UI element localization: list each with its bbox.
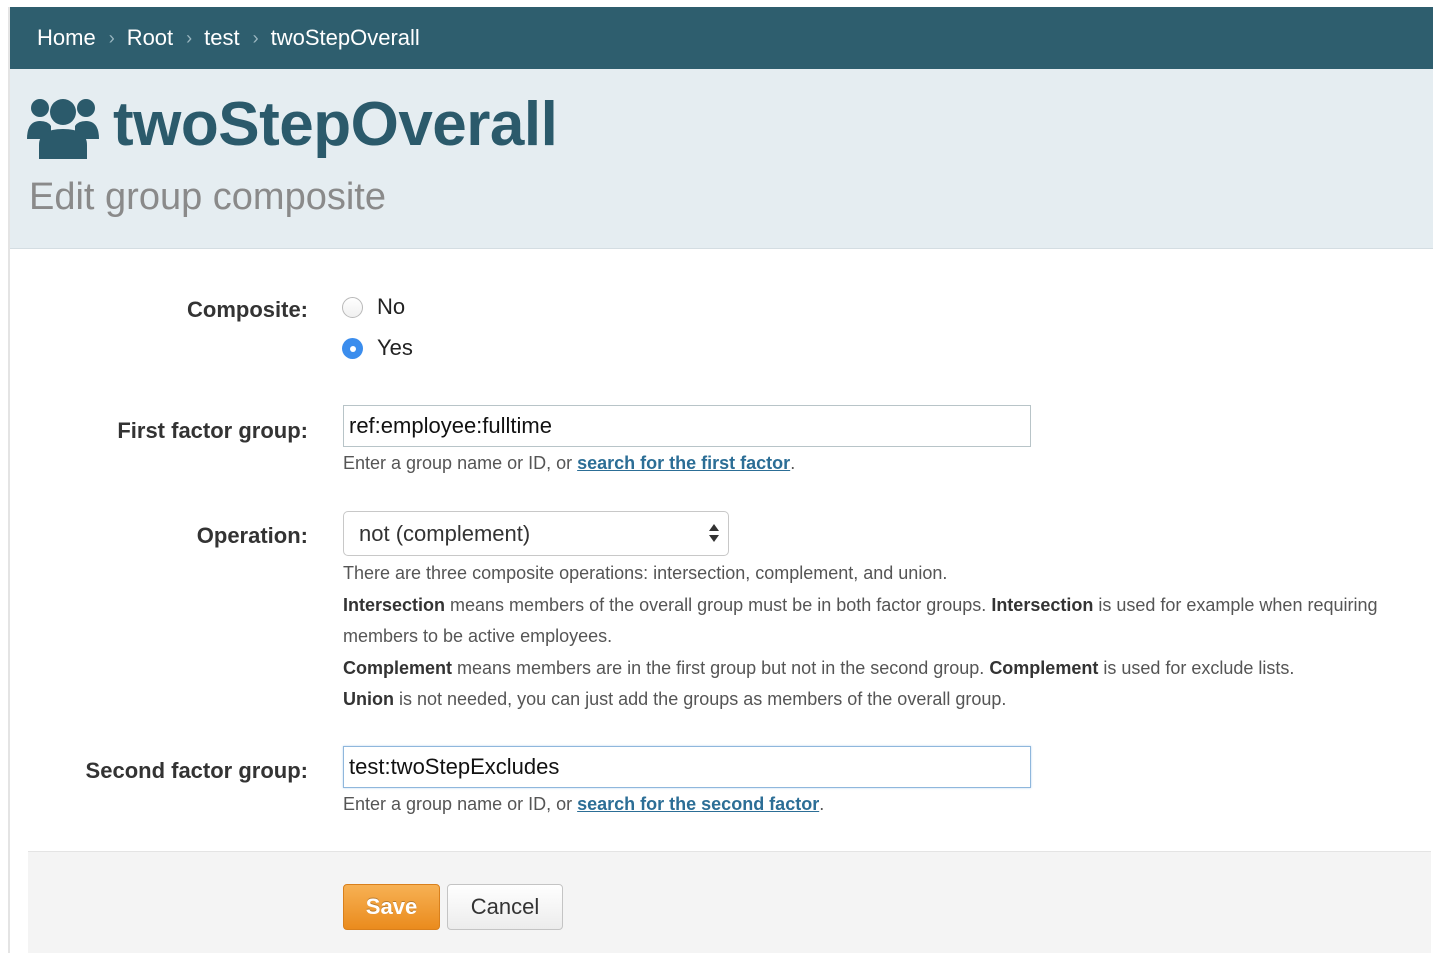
page-title: twoStepOverall — [113, 90, 558, 159]
operation-description: There are three composite operations: in… — [343, 558, 1413, 716]
second-factor-help-text: Enter a group name or ID, or — [343, 794, 578, 814]
operation-selected-value: not (complement) — [359, 520, 531, 546]
complement-term: Complement — [343, 657, 453, 678]
union-term: Union — [343, 689, 394, 709]
intersection-term: Intersection — [991, 594, 1094, 615]
breadcrumb-home[interactable]: Home — [37, 25, 96, 51]
select-arrows-icon — [709, 524, 719, 542]
operation-description-intro: There are three composite operations: in… — [343, 563, 948, 583]
breadcrumb-separator: › — [108, 27, 115, 48]
first-factor-help-period: . — [790, 453, 796, 473]
second-factor-label: Second factor group: — [85, 758, 308, 783]
second-factor-help: Enter a group name or ID, or search for … — [343, 794, 824, 815]
form-actions: Save Cancel — [28, 851, 1431, 953]
radio-no[interactable] — [342, 296, 363, 318]
users-icon — [27, 99, 99, 159]
operation-description-complement: Complement means members are in the firs… — [343, 653, 1413, 685]
breadcrumb-separator: › — [252, 27, 259, 48]
operation-description-intersection: Intersection means members of the overal… — [343, 590, 1413, 653]
composite-label: Composite: — [187, 297, 308, 322]
composite-option-yes[interactable]: Yes — [342, 335, 413, 361]
search-second-factor-link[interactable]: search for the second factor — [577, 794, 819, 814]
complement-text: is used for exclude lists. — [1098, 657, 1295, 678]
app-frame: Home › Root › test › twoStepOverall twoS… — [8, 7, 1433, 953]
radio-yes-label: Yes — [377, 335, 413, 360]
page-header: twoStepOverall Edit group composite — [10, 69, 1433, 249]
intersection-text: means members of the overall group must … — [445, 594, 992, 615]
union-text: is not needed, you can just add the grou… — [394, 689, 1007, 709]
intersection-term: Intersection — [343, 594, 446, 615]
first-factor-help: Enter a group name or ID, or search for … — [343, 453, 795, 474]
page-subtitle: Edit group composite — [29, 176, 386, 218]
operation-description-union: Union is not needed, you can just add th… — [343, 684, 1413, 716]
second-factor-input[interactable] — [343, 746, 1031, 788]
search-first-factor-link[interactable]: search for the first factor — [577, 453, 790, 473]
composite-option-no[interactable]: No — [342, 294, 405, 320]
cancel-button[interactable]: Cancel — [447, 884, 563, 930]
second-factor-help-period: . — [819, 794, 825, 814]
radio-yes[interactable] — [342, 337, 363, 359]
breadcrumb-test[interactable]: test — [204, 25, 239, 51]
save-button[interactable]: Save — [343, 884, 440, 930]
first-factor-help-text: Enter a group name or ID, or — [343, 453, 578, 473]
breadcrumb-root[interactable]: Root — [127, 25, 173, 51]
complement-term: Complement — [989, 657, 1099, 678]
radio-no-label: No — [377, 294, 406, 319]
first-factor-label: First factor group: — [117, 418, 308, 443]
operation-label: Operation: — [196, 523, 308, 548]
complement-text: means members are in the first group but… — [452, 657, 990, 678]
breadcrumb-current: twoStepOverall — [270, 25, 420, 50]
breadcrumb: Home › Root › test › twoStepOverall — [10, 7, 1433, 69]
first-factor-input[interactable] — [343, 405, 1031, 447]
operation-select[interactable]: not (complement) — [343, 511, 729, 556]
breadcrumb-separator: › — [186, 27, 193, 48]
